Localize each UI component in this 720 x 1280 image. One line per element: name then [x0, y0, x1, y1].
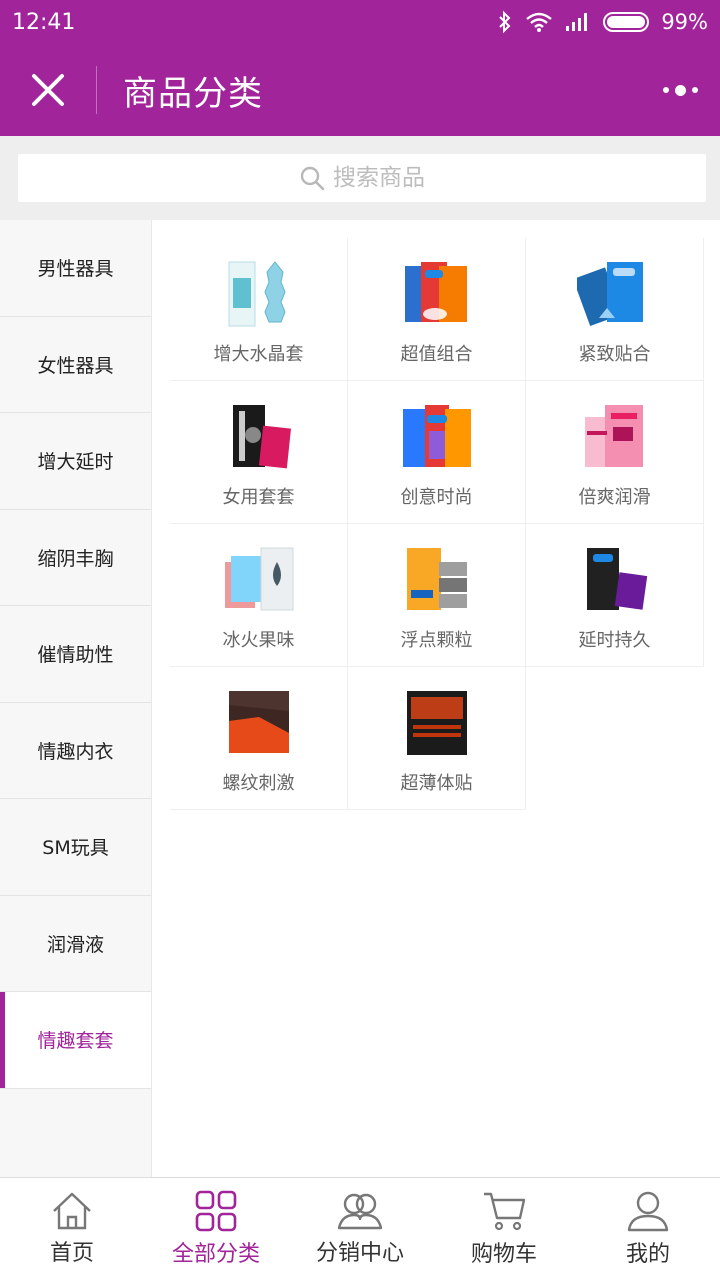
- product-thumbnail: [404, 262, 467, 322]
- sidebar-item-label: 情趣套套: [37, 1030, 114, 1053]
- product-thumbnail: [406, 548, 467, 610]
- subcategory-label: 倍爽润滑: [578, 487, 651, 508]
- nav-label: 我的: [625, 1242, 670, 1267]
- sidebar-item-sm-toys[interactable]: SM玩具: [0, 799, 151, 896]
- subcategory-item[interactable]: 冰火果味: [170, 524, 348, 667]
- category-content: 增大水晶套 超值组合 紧致贴合 女用套套 创意时尚 倍爽润滑 冰火果味 浮点颗粒…: [152, 220, 720, 1177]
- subcategory-grid: 增大水晶套 超值组合 紧致贴合 女用套套 创意时尚 倍爽润滑 冰火果味 浮点颗粒…: [170, 238, 704, 810]
- subcategory-label: 紧致贴合: [578, 344, 651, 365]
- sidebar-item-female-toys[interactable]: 女性器具: [0, 316, 151, 413]
- grid-icon: [195, 1190, 237, 1232]
- sidebar-item-aphrodisiac[interactable]: 催情助性: [0, 606, 151, 703]
- signal-icon: [566, 13, 588, 31]
- app-screen: 12:41 99% 商品分类 搜索商品 男性器具 女性器具 增大延时 缩阴丰胸 …: [0, 0, 720, 1280]
- subcategory-label: 超薄体贴: [400, 773, 473, 794]
- subcategory-item[interactable]: 倍爽润滑: [526, 381, 704, 524]
- battery-icon: [603, 12, 650, 32]
- title-bar: 商品分类: [0, 44, 720, 136]
- product-thumbnail: [406, 691, 467, 755]
- sidebar-item-condoms[interactable]: 情趣套套: [0, 992, 151, 1089]
- subcategory-label: 增大水晶套: [213, 344, 304, 365]
- category-sidebar: 男性器具 女性器具 增大延时 缩阴丰胸 催情助性 情趣内衣 SM玩具 润滑液 情…: [0, 220, 152, 1177]
- title-divider: [96, 66, 97, 114]
- close-button[interactable]: [0, 44, 96, 136]
- page-title: 商品分类: [123, 73, 263, 114]
- search-icon: [300, 166, 325, 191]
- subcategory-item[interactable]: 女用套套: [170, 381, 348, 524]
- subcategory-label: 女用套套: [222, 487, 295, 508]
- sidebar-item-label: 催情助性: [37, 644, 114, 667]
- subcategory-item[interactable]: 超薄体贴: [348, 667, 526, 810]
- subcategory-item[interactable]: 创意时尚: [348, 381, 526, 524]
- nav-distribution-center[interactable]: 分销中心: [288, 1178, 432, 1280]
- nav-all-categories[interactable]: 全部分类: [144, 1178, 288, 1280]
- nav-label: 首页: [49, 1241, 94, 1266]
- sidebar-item-tighten-enhance[interactable]: 缩阴丰胸: [0, 509, 151, 606]
- bottom-navigation: 首页 全部分类 分销中心 购物车 我的: [0, 1177, 720, 1280]
- subcategory-item[interactable]: 增大水晶套: [170, 238, 348, 381]
- sidebar-item-label: SM玩具: [42, 837, 109, 860]
- subcategory-item[interactable]: 螺纹刺激: [170, 667, 348, 810]
- nav-label: 全部分类: [171, 1242, 260, 1267]
- nav-label: 购物车: [470, 1242, 537, 1267]
- sidebar-item-enlarge-delay[interactable]: 增大延时: [0, 413, 151, 510]
- product-thumbnail: [402, 405, 471, 467]
- home-icon: [53, 1192, 91, 1230]
- subcategory-item[interactable]: 超值组合: [348, 238, 526, 381]
- battery-percent: 99%: [661, 10, 708, 34]
- sidebar-item-label: 增大延时: [37, 451, 114, 474]
- subcategory-label: 螺纹刺激: [222, 773, 295, 794]
- sidebar-item-label: 缩阴丰胸: [37, 547, 114, 570]
- nav-home[interactable]: 首页: [0, 1178, 144, 1280]
- search-bar[interactable]: [18, 154, 706, 202]
- search-input[interactable]: [333, 165, 425, 191]
- status-time: 12:41: [12, 9, 76, 35]
- product-thumbnail: [232, 405, 291, 469]
- subcategory-label: 延时持久: [578, 630, 651, 651]
- product-thumbnail: [228, 261, 286, 327]
- product-thumbnail: [586, 548, 647, 610]
- subcategory-label: 浮点颗粒: [400, 630, 473, 651]
- sidebar-item-lingerie[interactable]: 情趣内衣: [0, 702, 151, 799]
- product-thumbnail: [584, 405, 643, 467]
- wifi-icon: [526, 12, 553, 32]
- subcategory-label: 创意时尚: [400, 487, 473, 508]
- subcategory-item[interactable]: 浮点颗粒: [348, 524, 526, 667]
- sidebar-item-label: 女性器具: [37, 354, 114, 377]
- subcategory-item[interactable]: 延时持久: [526, 524, 704, 667]
- nav-label: 分销中心: [315, 1241, 404, 1266]
- status-icons: 99%: [497, 10, 708, 34]
- sidebar-item-lubricant[interactable]: 润滑液: [0, 895, 151, 992]
- cart-icon: [484, 1192, 526, 1231]
- bluetooth-icon: [499, 10, 511, 34]
- subcategory-item[interactable]: 紧致贴合: [526, 238, 704, 381]
- more-button[interactable]: [640, 44, 720, 136]
- product-thumbnail: [576, 262, 643, 327]
- status-bar: 12:41 99%: [0, 0, 720, 44]
- nav-profile[interactable]: 我的: [576, 1178, 720, 1280]
- user-icon: [627, 1191, 669, 1232]
- product-thumbnail: [224, 547, 293, 611]
- product-thumbnail: [228, 691, 289, 753]
- sidebar-item-label: 男性器具: [37, 258, 114, 281]
- search-area: [0, 136, 720, 220]
- close-icon: [32, 74, 64, 106]
- subcategory-label: 超值组合: [400, 344, 473, 365]
- sidebar-item-label: 润滑液: [46, 933, 104, 956]
- sidebar-item-label: 情趣内衣: [37, 740, 114, 763]
- people-icon: [337, 1193, 383, 1230]
- subcategory-label: 冰火果味: [222, 630, 295, 651]
- more-dots-icon: [662, 87, 669, 93]
- nav-cart[interactable]: 购物车: [432, 1178, 576, 1280]
- sidebar-item-male-toys[interactable]: 男性器具: [0, 220, 151, 317]
